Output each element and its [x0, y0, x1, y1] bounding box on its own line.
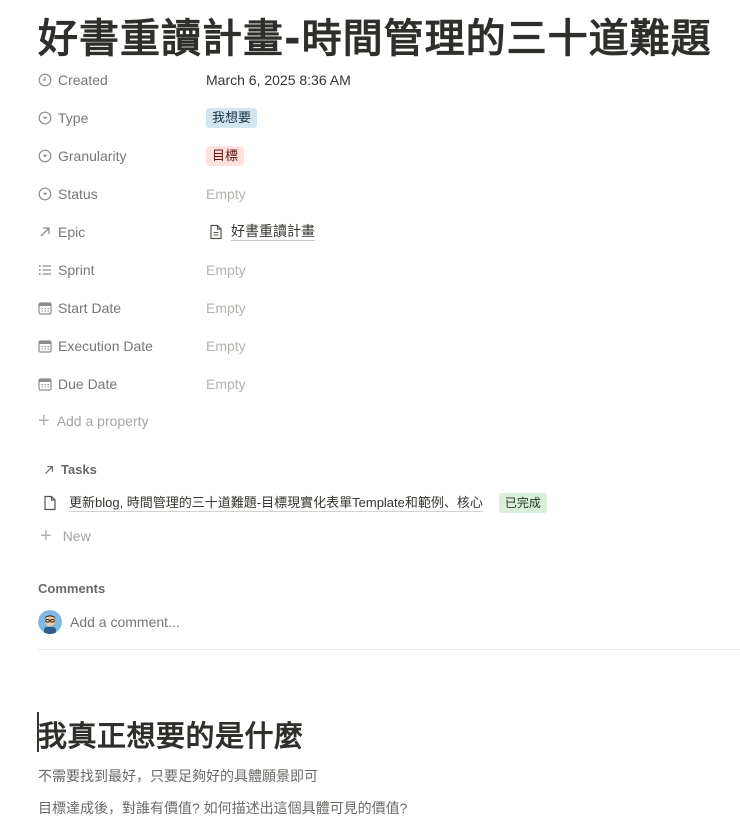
property-label-epic[interactable]: Epic	[38, 224, 206, 240]
property-label-start-date[interactable]: Start Date	[38, 300, 206, 316]
property-due-date: Due Date Empty	[38, 365, 718, 403]
property-value-epic[interactable]: 好書重讀計畫	[206, 223, 315, 241]
property-value-execution-date[interactable]: Empty	[206, 338, 246, 354]
property-value-sprint[interactable]: Empty	[206, 262, 246, 278]
property-value-type[interactable]: 我想要	[206, 108, 258, 128]
property-sprint: Sprint Empty	[38, 251, 718, 289]
property-label-text: Created	[58, 72, 108, 88]
property-label-type[interactable]: Type	[38, 110, 206, 126]
calendar-icon	[38, 339, 52, 353]
calendar-icon	[38, 377, 52, 391]
property-granularity: Granularity 目標	[38, 137, 718, 175]
section-heading[interactable]: 我真正想要的是什麼	[38, 713, 304, 755]
avatar	[38, 610, 62, 634]
property-epic: Epic 好書重讀計畫	[38, 213, 718, 251]
property-label-created[interactable]: Created	[38, 72, 206, 88]
list-icon	[38, 263, 52, 277]
clock-icon	[38, 73, 52, 87]
add-property-button[interactable]: + Add a property	[38, 410, 149, 432]
relation-arrow-icon	[43, 464, 55, 476]
type-tag: 我想要	[206, 108, 258, 128]
property-label-due-date[interactable]: Due Date	[38, 376, 206, 392]
task-item[interactable]: 更新blog, 時間管理的三十道難題-目標現實化表單Template和範例、核心…	[43, 493, 547, 513]
epic-link[interactable]: 好書重讀計畫	[231, 223, 315, 241]
property-label-text: Sprint	[58, 262, 95, 278]
plus-icon: +	[38, 410, 50, 432]
select-icon	[38, 149, 52, 163]
task-title[interactable]: 更新blog, 時間管理的三十道難題-目標現實化表單Template和範例、核心	[69, 494, 483, 512]
comment-input[interactable]	[70, 614, 370, 630]
property-label-text: Status	[58, 186, 98, 202]
comment-composer	[38, 610, 370, 634]
property-label-granularity[interactable]: Granularity	[38, 148, 206, 164]
property-type: Type 我想要	[38, 99, 718, 137]
page-title[interactable]: 好書重讀計畫-時間管理的三十道難題	[38, 6, 712, 64]
property-created: Created March 6, 2025 8:36 AM	[38, 61, 718, 99]
comments-label: Comments	[38, 581, 106, 596]
properties-panel: Created March 6, 2025 8:36 AM Type 我想要 G…	[38, 61, 718, 403]
new-task-label: New	[62, 528, 91, 544]
relation-arrow-icon	[38, 225, 52, 239]
paragraph[interactable]: 目標達成後，對誰有價值? 如何描述出這個具體可見的價值?	[38, 798, 407, 817]
granularity-tag: 目標	[206, 146, 245, 166]
property-label-text: Type	[58, 110, 89, 126]
property-value-due-date[interactable]: Empty	[206, 376, 246, 392]
property-value-status[interactable]: Empty	[206, 186, 246, 202]
property-label-text: Epic	[58, 224, 86, 240]
plus-icon: +	[40, 525, 52, 547]
property-label-status[interactable]: Status	[38, 186, 206, 202]
property-label-text: Granularity	[58, 148, 127, 164]
property-label-text: Due Date	[58, 376, 118, 392]
property-value-start-date[interactable]: Empty	[206, 300, 246, 316]
select-icon	[38, 187, 52, 201]
property-label-text: Start Date	[58, 300, 122, 316]
paragraph[interactable]: 不需要找到最好，只要足夠好的具體願景即可	[38, 766, 318, 786]
tasks-header-label: Tasks	[61, 462, 97, 477]
divider	[38, 649, 740, 650]
calendar-icon	[38, 301, 52, 315]
property-execution-date: Execution Date Empty	[38, 327, 718, 365]
add-property-label: Add a property	[56, 413, 149, 429]
property-value-created: March 6, 2025 8:36 AM	[206, 72, 351, 88]
select-icon	[38, 111, 52, 125]
tasks-header[interactable]: Tasks	[43, 462, 97, 477]
property-label-text: Execution Date	[58, 338, 153, 354]
new-task-button[interactable]: + New	[40, 525, 91, 547]
property-label-sprint[interactable]: Sprint	[38, 262, 206, 278]
property-start-date: Start Date Empty	[38, 289, 718, 327]
property-status: Status Empty	[38, 175, 718, 213]
document-icon	[43, 495, 57, 511]
property-value-granularity[interactable]: 目標	[206, 146, 245, 166]
property-label-execution-date[interactable]: Execution Date	[38, 338, 206, 354]
task-status-badge: 已完成	[498, 493, 547, 513]
document-icon	[209, 224, 223, 240]
